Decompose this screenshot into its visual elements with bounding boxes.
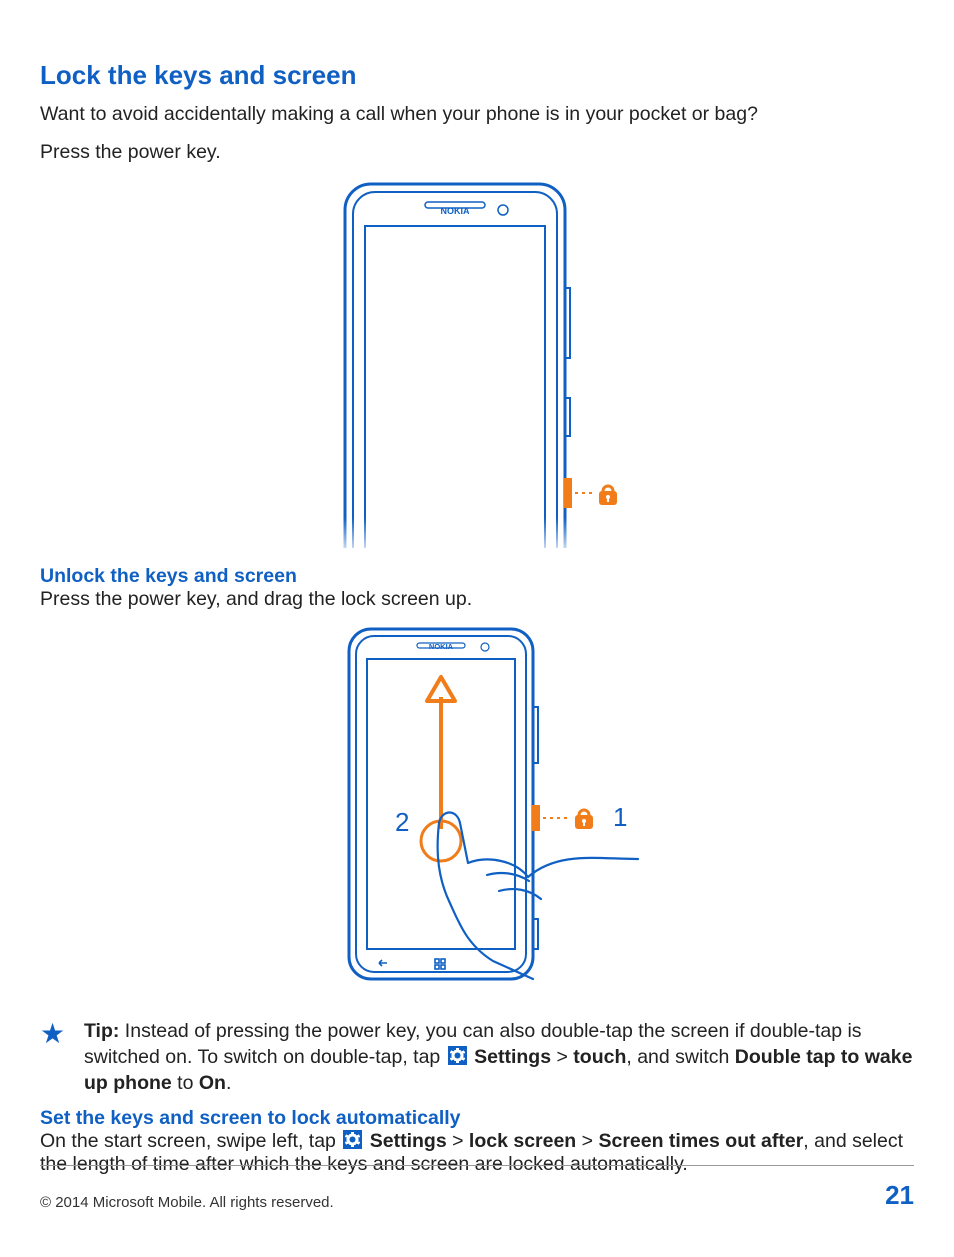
lock-icon-2 [575,810,593,829]
intro-paragraph-2: Press the power key. [40,139,914,165]
swipe-arrow-icon [427,677,455,829]
figure-lock: NOKIA [40,178,914,553]
phone-unlock-illustration: NOKIA 1 2 [287,619,667,999]
brand-label-2: NOKIA [429,642,454,651]
settings-word-2: Settings [370,1130,447,1152]
unlock-body: Press the power key, and drag the lock s… [40,588,914,611]
navbar-icons [379,959,445,969]
intro-paragraph-1: Want to avoid accidentally making a call… [40,101,914,127]
lockscreen-word: lock screen [469,1130,576,1152]
settings-word: Settings [474,1046,551,1068]
copyright-text: © 2014 Microsoft Mobile. All rights rese… [40,1194,334,1211]
touch-word: touch [573,1046,626,1068]
section-heading: Lock the keys and screen [40,60,914,91]
phone-lock-illustration: NOKIA [317,178,637,548]
autolock-heading: Set the keys and screen to lock automati… [40,1107,914,1130]
tip-label: Tip: [84,1020,119,1042]
settings-icon-2 [343,1130,362,1149]
lock-icon [599,486,617,505]
tip-text: Tip: Instead of pressing the power key, … [84,1018,914,1097]
unlock-heading: Unlock the keys and screen [40,565,914,588]
tip-block: ★ Tip: Instead of pressing the power key… [40,1018,914,1097]
brand-label: NOKIA [441,206,471,216]
step-label-1: 1 [613,802,627,832]
timeout-phrase: Screen times out after [598,1130,803,1152]
page-footer: © 2014 Microsoft Mobile. All rights rese… [40,1165,914,1211]
figure-unlock: NOKIA 1 2 [40,619,914,1004]
hand-icon [438,812,638,979]
settings-icon [448,1046,467,1065]
on-word: On [199,1072,226,1094]
step-label-2: 2 [395,807,409,837]
page-number: 21 [885,1180,914,1211]
manual-page: Lock the keys and screen Want to avoid a… [0,0,954,1257]
star-icon: ★ [40,1018,84,1048]
